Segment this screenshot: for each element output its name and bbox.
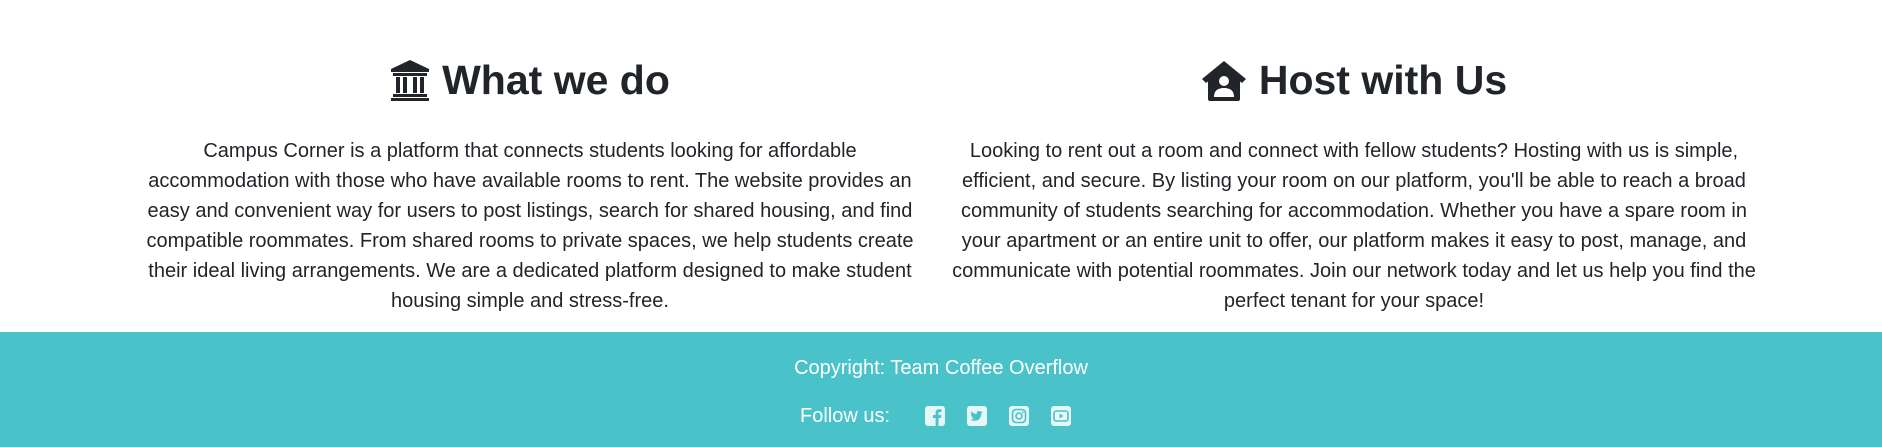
host-with-us-heading: Host with Us: [950, 54, 1758, 106]
what-we-do-text: Campus Corner is a platform that connect…: [146, 140, 914, 312]
twitter-icon[interactable]: [966, 405, 988, 427]
youtube-icon[interactable]: [1050, 405, 1072, 427]
what-we-do-heading: What we do: [140, 54, 920, 106]
house-user-icon: [1201, 59, 1247, 101]
host-with-us-title: Host with Us: [1258, 57, 1508, 103]
what-we-do-title: What we do: [442, 57, 670, 103]
about-section: What we do Campus Corner is a platform t…: [0, 0, 1882, 332]
facebook-icon[interactable]: [924, 405, 946, 427]
follow-us-label: Follow us:: [799, 405, 891, 427]
footer: Copyright: Team Coffee Overflow Follow u…: [0, 332, 1882, 447]
bank-icon: [390, 59, 430, 101]
instagram-icon[interactable]: [1008, 405, 1030, 427]
copyright-text: Copyright: Team Coffee Overflow: [794, 357, 1088, 379]
host-with-us-text: Looking to rent out a room and connect w…: [952, 140, 1756, 312]
follow-us-row: Follow us:: [0, 402, 1882, 430]
